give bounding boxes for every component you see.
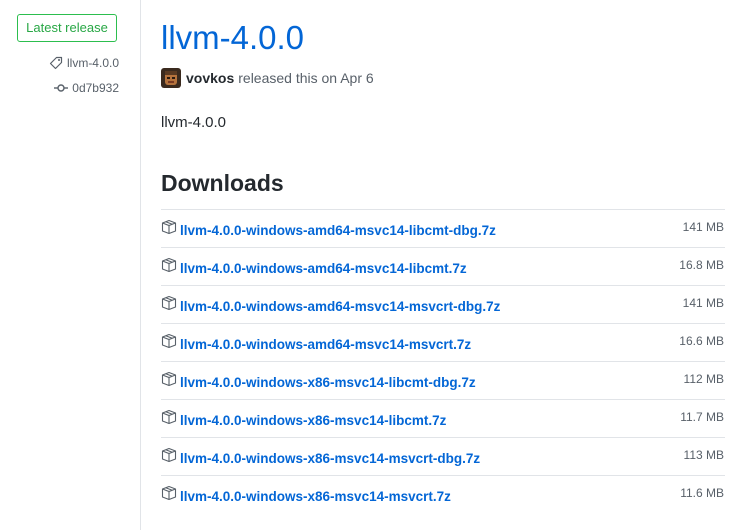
downloads-heading: Downloads [161, 170, 284, 196]
file-size: 16.6 MB [679, 334, 724, 348]
timeline-divider [140, 0, 141, 530]
download-link[interactable]: llvm-4.0.0-windows-x86-msvc14-msvcrt.7z [180, 489, 451, 504]
package-icon [161, 371, 177, 387]
download-item: llvm-4.0.0-windows-amd64-msvc14-msvcrt.7… [161, 323, 725, 361]
download-link[interactable]: llvm-4.0.0-windows-x86-msvc14-libcmt.7z [180, 413, 446, 428]
download-item: llvm-4.0.0-windows-x86-msvc14-libcmt-dbg… [161, 361, 725, 399]
download-item: llvm-4.0.0-windows-x86-msvc14-msvcrt.7z 1… [161, 475, 725, 513]
download-link[interactable]: llvm-4.0.0-windows-amd64-msvc14-msvcrt-d… [180, 299, 500, 314]
file-size: 16.8 MB [679, 258, 724, 272]
avatar[interactable] [161, 68, 181, 88]
release-sidebar: Latest release llvm-4.0.0 0d7b932 [0, 0, 140, 530]
package-icon [161, 295, 177, 311]
package-icon [161, 447, 177, 463]
download-link[interactable]: llvm-4.0.0-windows-x86-msvc14-msvcrt-dbg… [180, 451, 480, 466]
download-item: llvm-4.0.0-windows-amd64-msvc14-libcmt-d… [161, 209, 725, 247]
commit-label: 0d7b932 [72, 81, 119, 95]
file-size: 11.6 MB [680, 486, 724, 500]
package-icon [161, 409, 177, 425]
downloads-list: llvm-4.0.0-windows-amd64-msvc14-libcmt-d… [161, 209, 725, 513]
release-byline: vovkos released this on Apr 6 [161, 68, 374, 88]
download-item: llvm-4.0.0-windows-x86-msvc14-libcmt.7z 1… [161, 399, 725, 437]
download-link[interactable]: llvm-4.0.0-windows-x86-msvc14-libcmt-dbg… [180, 375, 476, 390]
download-item: llvm-4.0.0-windows-amd64-msvc14-msvcrt-d… [161, 285, 725, 323]
download-item: llvm-4.0.0-windows-x86-msvc14-msvcrt-dbg… [161, 437, 725, 475]
tag-icon [49, 56, 63, 70]
git-commit-icon [54, 83, 69, 93]
release-date-text: released this on Apr 6 [238, 70, 374, 86]
download-link[interactable]: llvm-4.0.0-windows-amd64-msvc14-libcmt-d… [180, 223, 496, 238]
package-icon [161, 257, 177, 273]
download-link[interactable]: llvm-4.0.0-windows-amd64-msvc14-libcmt.7… [180, 261, 467, 276]
author-link[interactable]: vovkos [186, 70, 234, 86]
download-link[interactable]: llvm-4.0.0-windows-amd64-msvc14-msvcrt.7… [180, 337, 471, 352]
package-icon [161, 333, 177, 349]
release-title[interactable]: llvm-4.0.0 [161, 18, 304, 58]
file-size: 11.7 MB [680, 410, 724, 424]
file-size: 141 MB [682, 220, 724, 234]
tag-link[interactable]: llvm-4.0.0 [49, 55, 119, 71]
latest-release-badge: Latest release [17, 14, 117, 42]
file-size: 141 MB [682, 296, 724, 310]
commit-link[interactable]: 0d7b932 [54, 80, 119, 96]
file-size: 113 MB [683, 448, 724, 462]
release-notes: llvm-4.0.0 [161, 114, 227, 131]
package-icon [161, 219, 177, 235]
file-size: 112 MB [683, 372, 724, 386]
download-item: llvm-4.0.0-windows-amd64-msvc14-libcmt.7… [161, 247, 725, 285]
tag-label: llvm-4.0.0 [66, 56, 119, 70]
package-icon [161, 485, 177, 501]
